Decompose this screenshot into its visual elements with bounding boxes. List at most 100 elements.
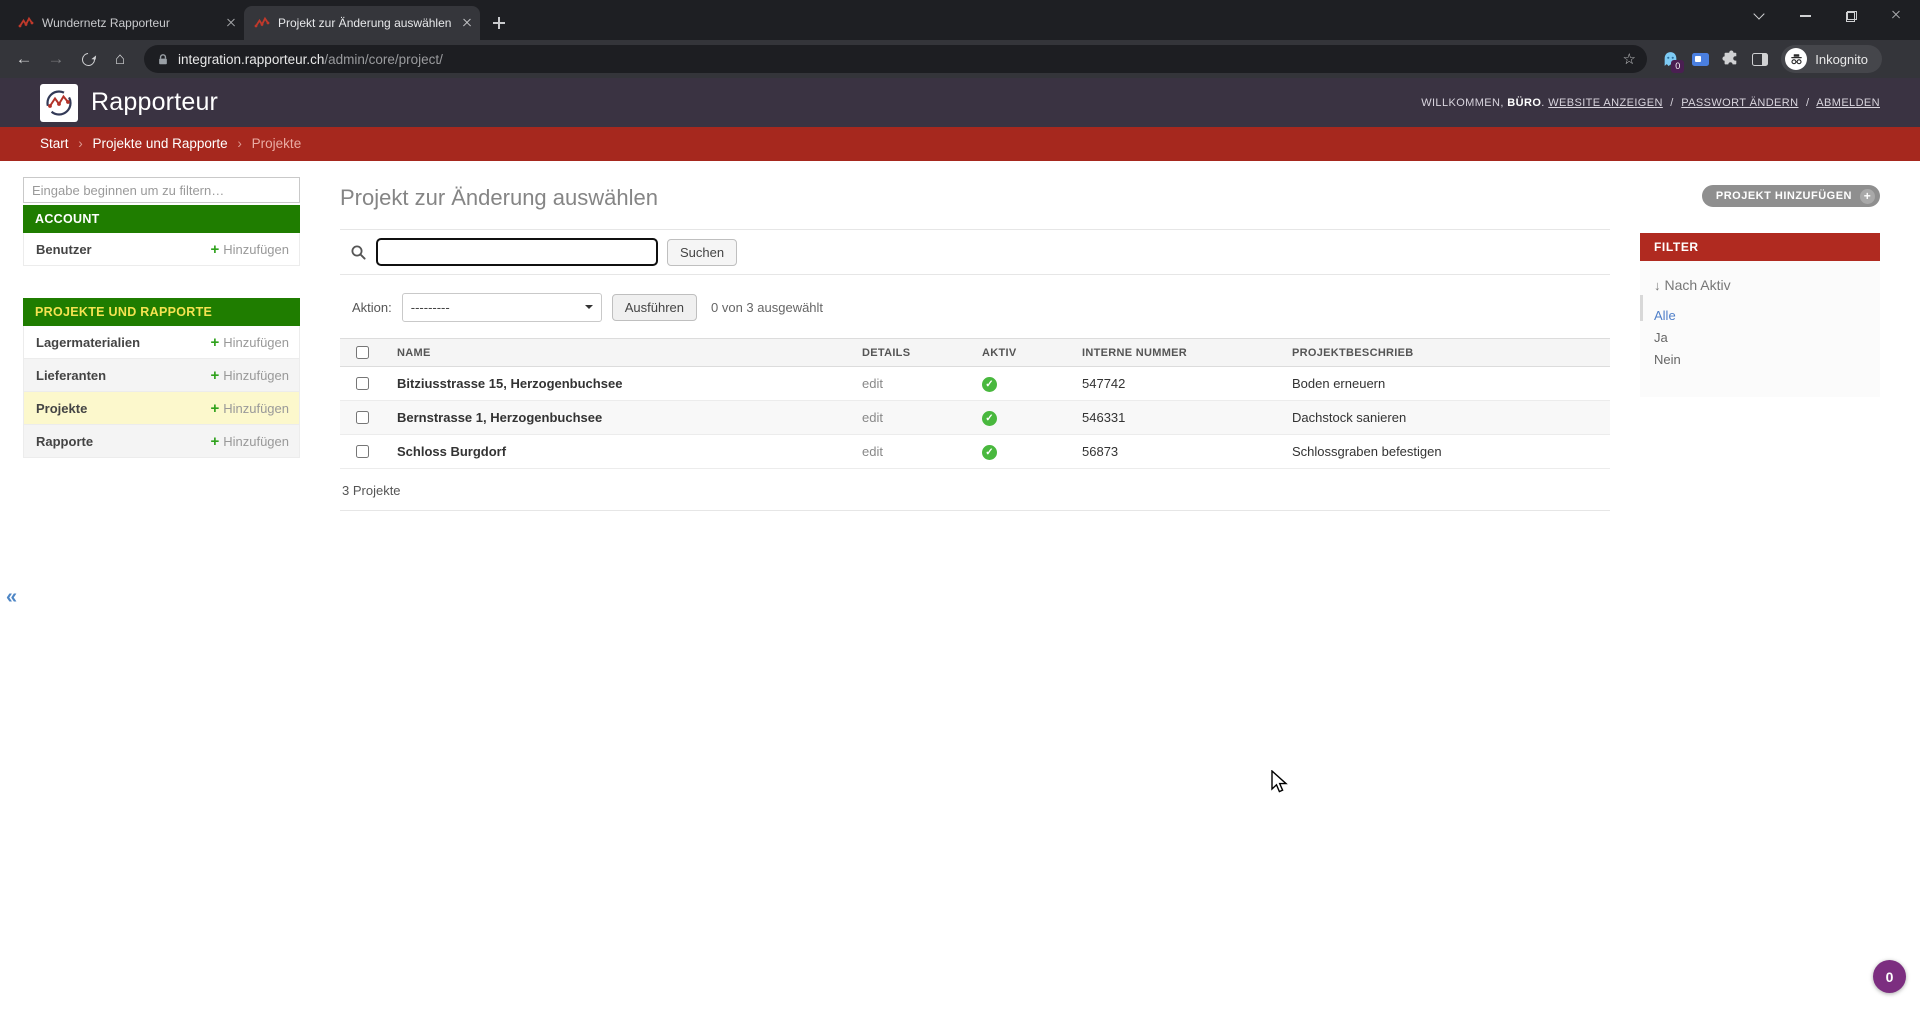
plus-icon: + bbox=[210, 400, 219, 417]
ghostery-counter-badge[interactable]: 0 bbox=[1873, 960, 1906, 993]
restore-button[interactable] bbox=[1828, 0, 1874, 32]
tab-search-chevron-icon[interactable] bbox=[1736, 0, 1782, 32]
search-button[interactable]: Suchen bbox=[667, 239, 737, 266]
main-content: Projekt zur Änderung auswählen Suchen Ak… bbox=[300, 161, 1640, 1033]
sort-down-icon: ↓ bbox=[1654, 278, 1661, 293]
rapporteur-favicon-icon bbox=[254, 15, 270, 31]
view-site-link[interactable]: WEBSITE ANZEIGEN bbox=[1548, 97, 1663, 109]
tab-title: Projekt zur Änderung auswählen bbox=[278, 16, 454, 30]
forward-icon[interactable]: → bbox=[42, 45, 70, 73]
sidebar-item-label[interactable]: Rapporte bbox=[36, 434, 210, 449]
aktiv-true-icon: ✓ bbox=[982, 411, 997, 426]
bookmark-star-icon[interactable]: ☆ bbox=[1617, 50, 1641, 68]
select-all-checkbox[interactable] bbox=[356, 346, 369, 359]
selection-status: 0 von 3 ausgewählt bbox=[711, 300, 823, 315]
brand-title: Rapporteur bbox=[91, 88, 218, 117]
plus-icon: + bbox=[210, 334, 219, 351]
action-select[interactable]: --------- bbox=[402, 293, 602, 322]
sidebar-item-benutzer[interactable]: Benutzer +Hinzufügen bbox=[23, 233, 300, 266]
edit-link[interactable]: edit bbox=[862, 410, 883, 425]
home-icon[interactable]: ⌂ bbox=[106, 45, 134, 73]
filter-option-ja[interactable]: Ja bbox=[1654, 330, 1668, 345]
column-header-aktiv[interactable]: AKTIV bbox=[970, 339, 1070, 367]
extensions-puzzle-icon[interactable] bbox=[1717, 46, 1743, 72]
add-rapporte-link[interactable]: +Hinzufügen bbox=[210, 433, 289, 450]
lock-icon bbox=[156, 52, 170, 67]
close-tab-icon[interactable] bbox=[226, 18, 236, 28]
sidebar-item-lieferanten[interactable]: Lieferanten +Hinzufügen bbox=[23, 359, 300, 392]
aktiv-true-icon: ✓ bbox=[982, 445, 997, 460]
incognito-profile-badge[interactable]: Inkognito bbox=[1781, 45, 1882, 73]
plus-icon: + bbox=[210, 367, 219, 384]
minimize-button[interactable] bbox=[1782, 0, 1828, 32]
project-name-link[interactable]: Bernstrasse 1, Herzogenbuchsee bbox=[397, 410, 602, 425]
add-project-button[interactable]: PROJEKT HINZUFÜGEN + bbox=[1702, 185, 1880, 207]
close-window-button[interactable] bbox=[1874, 0, 1920, 32]
edit-link[interactable]: edit bbox=[862, 444, 883, 459]
browser-tabstrip: Wundernetz Rapporteur Projekt zur Änderu… bbox=[0, 0, 1920, 40]
project-table: NAME DETAILS AKTIV INTERNE NUMMER PROJEK… bbox=[340, 338, 1610, 469]
project-name-link[interactable]: Schloss Burgdorf bbox=[397, 444, 506, 459]
run-action-button[interactable]: Ausführen bbox=[612, 294, 697, 321]
row-checkbox[interactable] bbox=[356, 445, 369, 458]
tab-title: Wundernetz Rapporteur bbox=[42, 16, 218, 30]
filter-option-alle[interactable]: Alle bbox=[1654, 308, 1676, 323]
ghostery-badge: 0 bbox=[1671, 60, 1684, 73]
changelist-search-bar: Suchen bbox=[340, 229, 1610, 275]
sidebar-item-label[interactable]: Lagermaterialien bbox=[36, 335, 210, 350]
side-panel-icon[interactable] bbox=[1747, 46, 1773, 72]
column-header-name[interactable]: NAME bbox=[385, 339, 850, 367]
filter-panel-title: FILTER bbox=[1640, 233, 1880, 261]
tab-wundernetz[interactable]: Wundernetz Rapporteur bbox=[8, 6, 244, 40]
ghostery-extension-icon[interactable]: 0 bbox=[1657, 46, 1683, 72]
add-projekte-link[interactable]: +Hinzufügen bbox=[210, 400, 289, 417]
filter-options: Alle Ja Nein bbox=[1654, 305, 1866, 371]
row-checkbox[interactable] bbox=[356, 377, 369, 390]
incognito-icon bbox=[1785, 48, 1807, 70]
tag-extension-icon[interactable] bbox=[1687, 46, 1713, 72]
page-body: ACCOUNT Benutzer +Hinzufügen PROJEKTE UN… bbox=[0, 161, 1920, 1033]
plus-icon: + bbox=[210, 241, 219, 258]
search-icon bbox=[350, 244, 367, 261]
sidebar-item-label[interactable]: Projekte bbox=[36, 401, 210, 416]
breadcrumb-projekte-und-rapporte[interactable]: Projekte und Rapporte bbox=[93, 136, 228, 151]
rapporteur-logo-icon bbox=[40, 84, 78, 122]
tab-projekt-auswaehlen[interactable]: Projekt zur Änderung auswählen bbox=[244, 6, 480, 40]
incognito-label: Inkognito bbox=[1815, 52, 1868, 67]
address-bar[interactable]: integration.rapporteur.ch/admin/core/pro… bbox=[144, 45, 1647, 73]
change-password-link[interactable]: PASSWORT ÄNDERN bbox=[1681, 97, 1798, 109]
search-input[interactable] bbox=[376, 238, 658, 266]
breadcrumb-start[interactable]: Start bbox=[40, 136, 69, 151]
close-tab-icon[interactable] bbox=[462, 18, 472, 28]
page-title: Projekt zur Änderung auswählen bbox=[340, 185, 1610, 211]
add-lieferanten-link[interactable]: +Hinzufügen bbox=[210, 367, 289, 384]
interne-nummer-cell: 56873 bbox=[1070, 435, 1280, 469]
column-header-interne-nummer[interactable]: INTERNE NUMMER bbox=[1070, 339, 1280, 367]
logout-link[interactable]: ABMELDEN bbox=[1816, 97, 1880, 109]
sidebar-item-label[interactable]: Benutzer bbox=[36, 242, 210, 257]
browser-menu-icon[interactable] bbox=[1890, 50, 1910, 68]
sidebar-item-label[interactable]: Lieferanten bbox=[36, 368, 210, 383]
sidebar-filter-input[interactable] bbox=[23, 177, 300, 203]
reload-icon[interactable] bbox=[74, 45, 102, 73]
column-header-details[interactable]: DETAILS bbox=[850, 339, 970, 367]
sidebar-item-projekte[interactable]: Projekte +Hinzufügen bbox=[23, 392, 300, 425]
add-lagermaterialien-link[interactable]: +Hinzufügen bbox=[210, 334, 289, 351]
project-name-link[interactable]: Bitziusstrasse 15, Herzogenbuchsee bbox=[397, 376, 622, 391]
breadcrumb-current: Projekte bbox=[252, 136, 302, 151]
column-header-projektbeschrieb[interactable]: PROJEKTBESCHRIEB bbox=[1280, 339, 1610, 367]
edit-link[interactable]: edit bbox=[862, 376, 883, 391]
filter-option-nein[interactable]: Nein bbox=[1654, 352, 1681, 367]
add-benutzer-link[interactable]: +Hinzufügen bbox=[210, 241, 289, 258]
aktiv-true-icon: ✓ bbox=[982, 377, 997, 392]
back-icon[interactable]: ← bbox=[10, 45, 38, 73]
breadcrumb: Start › Projekte und Rapporte › Projekte bbox=[0, 127, 1920, 161]
sidebar-collapse-icon[interactable]: « bbox=[6, 586, 17, 609]
url-host: integration.rapporteur.ch bbox=[178, 52, 324, 67]
sidebar-item-rapporte[interactable]: Rapporte +Hinzufügen bbox=[23, 425, 300, 458]
row-checkbox[interactable] bbox=[356, 411, 369, 424]
sidebar-item-lagermaterialien[interactable]: Lagermaterialien +Hinzufügen bbox=[23, 326, 300, 359]
new-tab-button[interactable] bbox=[486, 10, 512, 36]
projektbeschrieb-cell: Boden erneuern bbox=[1280, 367, 1610, 401]
plus-icon: + bbox=[210, 433, 219, 450]
